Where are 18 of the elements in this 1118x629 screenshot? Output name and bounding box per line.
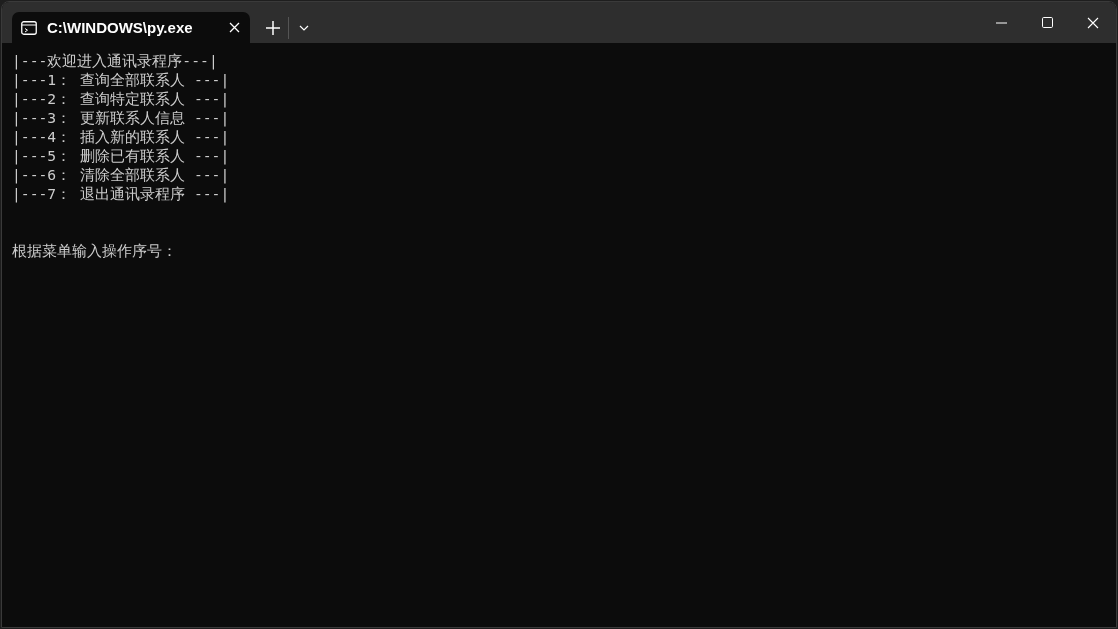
console-icon: [21, 20, 37, 35]
console-line: |---2： 查询特定联系人 ---|: [12, 89, 230, 108]
console-line: |---6： 清除全部联系人 ---|: [12, 165, 230, 184]
console-line: |---3： 更新联系人信息 ---|: [12, 108, 230, 127]
terminal-tab[interactable]: C:\WINDOWS\py.exe: [12, 12, 250, 43]
minimize-icon: [995, 21, 1007, 24]
close-tab-icon[interactable]: [229, 22, 240, 33]
console-line: |---7： 退出通讯录程序 ---|: [12, 184, 230, 203]
console-line: |---1： 查询全部联系人 ---|: [12, 70, 230, 89]
close-icon: [1087, 16, 1099, 29]
console-prompt: 根据菜单输入操作序号：: [12, 241, 177, 260]
plus-icon: [266, 20, 280, 35]
console-line: |---4： 插入新的联系人 ---|: [12, 127, 230, 146]
chevron-down-icon: [299, 24, 309, 31]
maximize-icon: [1041, 17, 1053, 28]
console-line: |---欢迎进入通讯录程序---|: [12, 51, 218, 70]
tab-title: C:\WINDOWS\py.exe: [47, 19, 194, 36]
console-line: |---5： 删除已有联系人 ---|: [12, 146, 230, 165]
